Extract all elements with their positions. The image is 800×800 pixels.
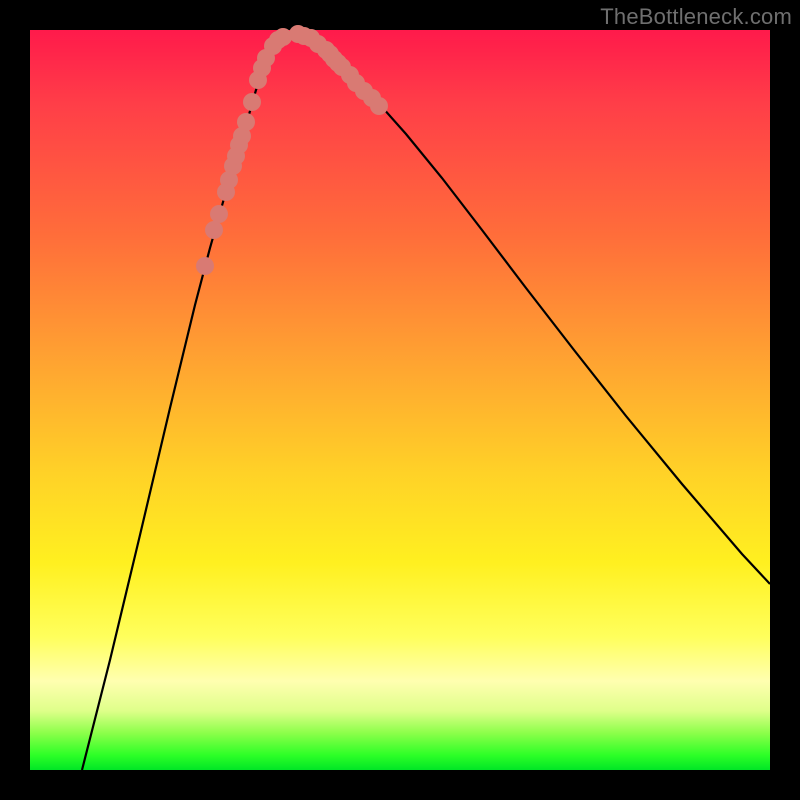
data-marker — [196, 257, 214, 275]
data-marker — [309, 35, 327, 53]
data-marker — [227, 147, 245, 165]
data-marker — [237, 113, 255, 131]
watermark-text: TheBottleneck.com — [600, 4, 792, 30]
data-marker — [220, 171, 238, 189]
bottleneck-curve — [82, 33, 770, 770]
data-marker — [249, 71, 267, 89]
data-marker — [355, 82, 373, 100]
chart-svg — [30, 30, 770, 770]
data-marker — [205, 221, 223, 239]
marker-group — [196, 25, 388, 275]
data-marker — [210, 205, 228, 223]
data-marker — [243, 93, 261, 111]
data-marker — [370, 97, 388, 115]
plot-area — [30, 30, 770, 770]
data-marker — [264, 37, 282, 55]
chart-frame: TheBottleneck.com — [0, 0, 800, 800]
